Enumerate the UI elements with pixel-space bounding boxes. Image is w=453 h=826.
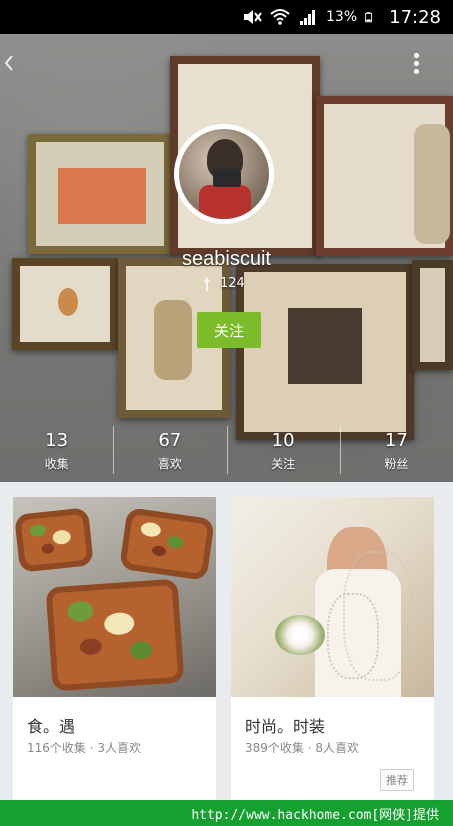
frame-decoration [316, 96, 453, 256]
wifi-icon [270, 9, 290, 25]
board-cover-image [13, 497, 216, 697]
recommend-badge: 推荐 [380, 769, 414, 791]
watermark-bar: http://www.hackhome.com[网侠]提供 [0, 800, 453, 826]
profile-stats: 13 收集 67 喜欢 10 关注 17 粉丝 [0, 420, 453, 482]
stat-label: 粉丝 [384, 457, 409, 471]
stat-collections[interactable]: 13 收集 [0, 420, 113, 482]
board-card[interactable]: 食。遇 116个收集 · 3人喜欢 [13, 497, 216, 800]
stat-label: 收集 [44, 457, 69, 471]
stat-label: 喜欢 [157, 457, 182, 471]
board-meta: 116个收集 · 3人喜欢 [27, 741, 141, 755]
liked-count-value: 124 [220, 276, 245, 291]
stat-following[interactable]: 10 关注 [226, 420, 340, 482]
board-card[interactable]: 时尚。时装 389个收集 · 8人喜欢 推荐 [231, 497, 434, 800]
back-button[interactable] [4, 54, 20, 76]
stat-value: 13 [45, 430, 69, 451]
battery-percent: 13% [326, 9, 358, 25]
liked-count: 124 [202, 276, 245, 291]
stat-value: 10 [271, 430, 295, 451]
frame-decoration [12, 258, 118, 350]
stat-likes[interactable]: 67 喜欢 [113, 420, 226, 482]
chevron-left-icon [4, 55, 13, 71]
status-bar: 13% 17:28 [0, 0, 453, 34]
board-title: 时尚。时装 [245, 717, 326, 736]
avatar[interactable] [174, 124, 274, 224]
profile-header: seabiscuit 124 关注 13 收集 67 喜欢 10 关注 17 粉… [0, 34, 453, 482]
boards-grid: 食。遇 116个收集 · 3人喜欢 时尚。时装 389个收集 · 8人喜欢 推荐 [0, 482, 453, 800]
frame-decoration [28, 134, 172, 254]
frame-decoration [236, 264, 414, 440]
board-meta: 389个收集 · 8人喜欢 [245, 741, 359, 755]
board-title: 食。遇 [27, 717, 76, 736]
stat-value: 67 [158, 430, 182, 451]
stat-followers[interactable]: 17 粉丝 [339, 420, 453, 482]
board-cover-image [231, 497, 434, 697]
pin-icon [204, 276, 210, 291]
follow-button[interactable]: 关注 [197, 312, 261, 348]
clock: 17:28 [389, 6, 441, 28]
more-button[interactable] [411, 50, 421, 80]
signal-icon [300, 10, 315, 25]
username: seabiscuit [182, 248, 271, 270]
mute-icon [244, 10, 262, 24]
stat-value: 17 [384, 430, 408, 451]
frame-decoration [412, 260, 453, 370]
battery-icon [365, 12, 373, 23]
more-vertical-icon [411, 53, 421, 74]
stat-label: 关注 [271, 457, 296, 471]
